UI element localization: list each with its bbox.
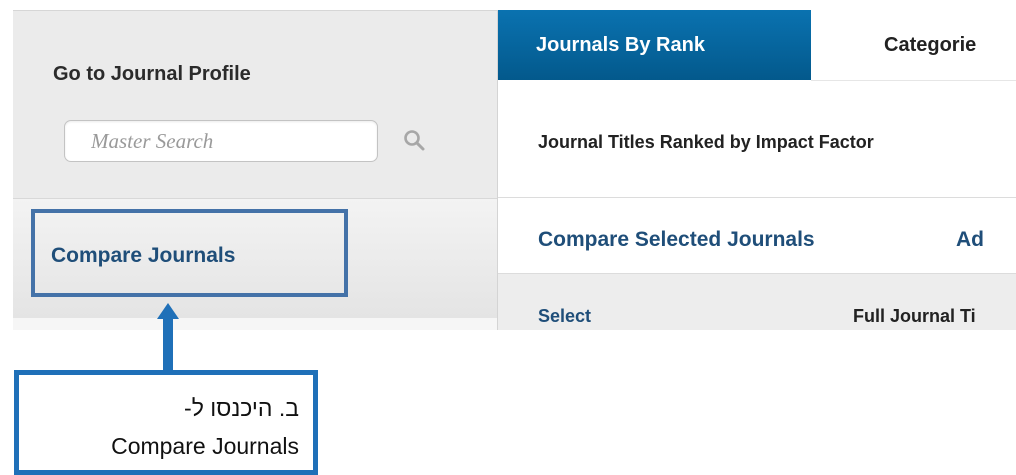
profile-title: Go to Journal Profile [53, 63, 251, 85]
add-journals-link[interactable]: Ad [956, 228, 984, 252]
arrow-connector [163, 318, 173, 372]
column-header-full-journal-title[interactable]: Full Journal Ti [853, 306, 976, 327]
tab-label: Categorie [884, 34, 977, 56]
highlight-box [31, 209, 348, 297]
sidebar-bottom [13, 318, 497, 330]
journal-profile-panel: Go to Journal Profile [13, 10, 497, 199]
tab-categories[interactable]: Categorie [811, 10, 1016, 81]
divider-line [498, 197, 1016, 198]
callout-text-hebrew: ב. היכנסו ל- [184, 395, 299, 421]
search-icon[interactable] [402, 128, 426, 152]
tab-journals-by-rank[interactable]: Journals By Rank [498, 10, 811, 80]
table-header: Select Full Journal Ti [498, 273, 1016, 330]
column-header-select[interactable]: Select [538, 306, 591, 327]
master-search-input[interactable] [64, 120, 378, 162]
ranked-title: Journal Titles Ranked by Impact Factor [538, 132, 874, 152]
tab-label: Journals By Rank [536, 34, 705, 56]
main-content: Journals By Rank Categorie Journal Title… [498, 10, 1016, 330]
compare-selected-journals-link[interactable]: Compare Selected Journals [538, 228, 815, 252]
instruction-callout: ב. היכנסו ל- Compare Journals [14, 370, 318, 475]
callout-text-english: Compare Journals [111, 433, 299, 459]
arrow-up-icon [157, 303, 179, 319]
